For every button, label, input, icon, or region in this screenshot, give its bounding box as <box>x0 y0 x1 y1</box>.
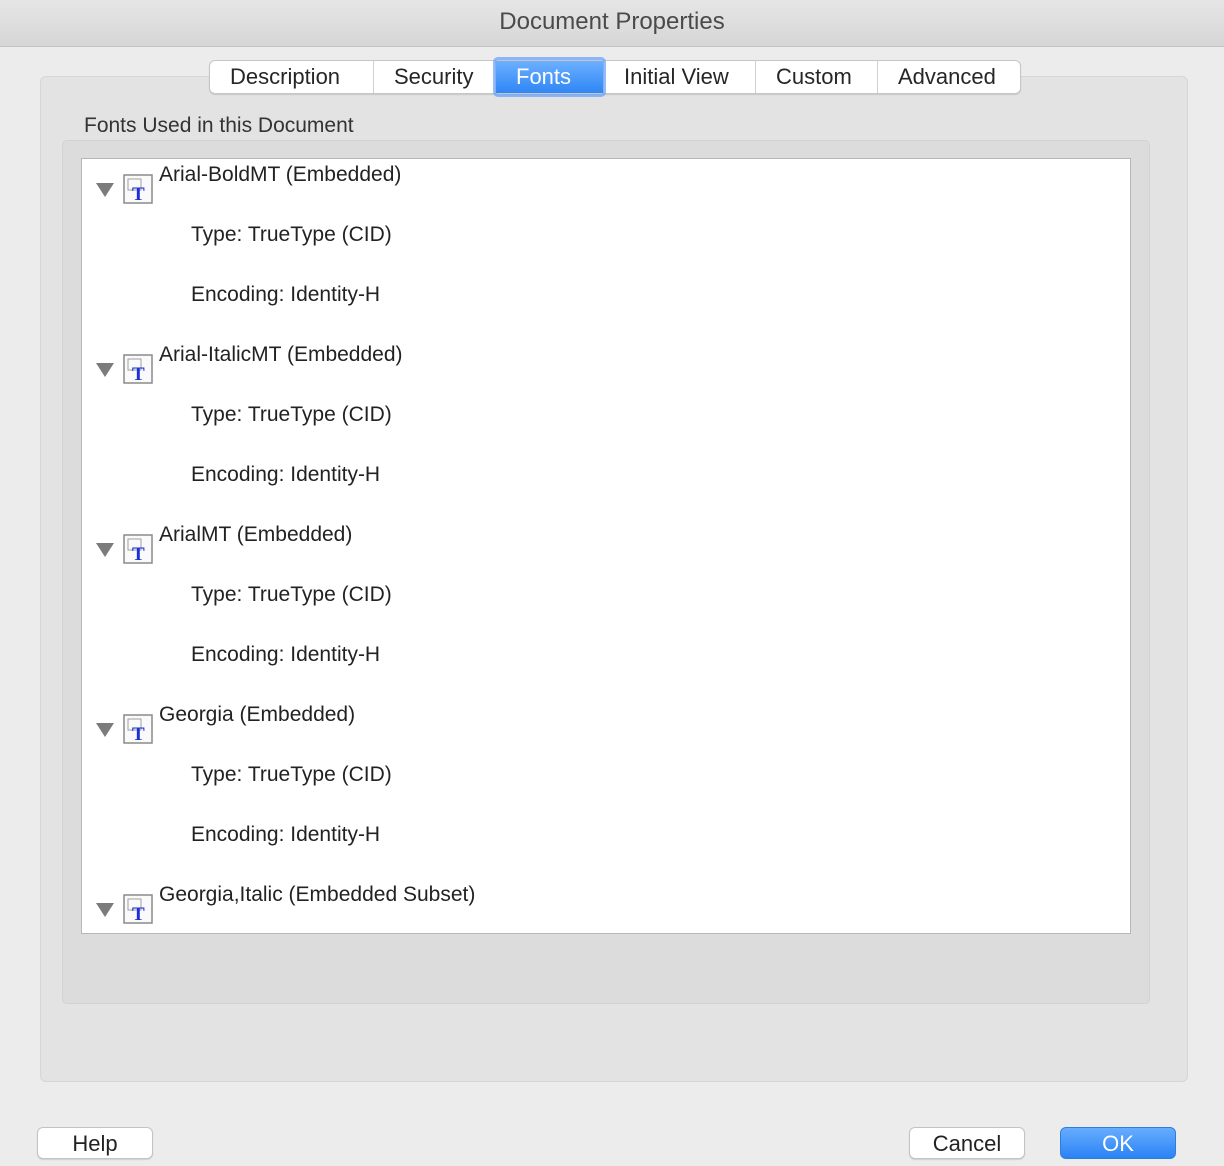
font-tree-item[interactable]: T Arial-BoldMT (Embedded) Type: TrueType… <box>82 159 1130 339</box>
tab-fonts[interactable]: Fonts <box>493 57 606 97</box>
truetype-font-icon: T <box>123 534 153 565</box>
document-properties-dialog: Document Properties Description Security… <box>0 0 1224 1166</box>
font-name: Arial-BoldMT (Embedded) <box>159 163 402 186</box>
font-tree-item[interactable]: T Arial-ItalicMT (Embedded) Type: TrueTy… <box>82 339 1130 519</box>
font-name: Georgia,Italic (Embedded Subset) <box>159 883 476 906</box>
fonts-tree[interactable]: T Arial-BoldMT (Embedded) Type: TrueType… <box>81 158 1131 934</box>
tab-advanced[interactable]: Advanced <box>878 61 1020 93</box>
fonts-group-label: Fonts Used in this Document <box>84 114 354 137</box>
svg-text:T: T <box>132 544 145 565</box>
font-name: Arial-ItalicMT (Embedded) <box>159 343 403 366</box>
svg-text:T: T <box>132 904 145 925</box>
font-tree-item[interactable]: T Georgia,Italic (Embedded Subset) <box>82 879 1130 933</box>
tab-bar: Description Security Fonts Initial View … <box>209 57 1021 97</box>
svg-text:T: T <box>132 724 145 745</box>
help-button[interactable]: Help <box>37 1127 153 1159</box>
disclosure-triangle-icon[interactable] <box>96 543 114 557</box>
font-tree-item[interactable]: T ArialMT (Embedded) Type: TrueType (CID… <box>82 519 1130 699</box>
truetype-font-icon: T <box>123 714 153 745</box>
ok-button[interactable]: OK <box>1060 1127 1176 1159</box>
svg-text:T: T <box>132 184 145 205</box>
font-type: Type: TrueType (CID) <box>191 763 392 786</box>
tab-security[interactable]: Security <box>374 61 496 93</box>
disclosure-triangle-icon[interactable] <box>96 363 114 377</box>
truetype-font-icon: T <box>123 894 153 925</box>
cancel-button[interactable]: Cancel <box>909 1127 1025 1159</box>
font-name: Georgia (Embedded) <box>159 703 356 726</box>
font-encoding: Encoding: Identity-H <box>191 463 381 486</box>
tab-custom[interactable]: Custom <box>756 61 878 93</box>
disclosure-triangle-icon[interactable] <box>96 723 114 737</box>
font-type: Type: TrueType (CID) <box>191 223 392 246</box>
font-encoding: Encoding: Identity-H <box>191 823 381 846</box>
window-title: Document Properties <box>499 8 725 35</box>
truetype-font-icon: T <box>123 174 153 205</box>
font-encoding: Encoding: Identity-H <box>191 643 381 666</box>
svg-text:T: T <box>132 364 145 385</box>
title-bar[interactable]: Document Properties <box>0 0 1224 47</box>
disclosure-triangle-icon[interactable] <box>96 183 114 197</box>
truetype-font-icon: T <box>123 354 153 385</box>
font-name: ArialMT (Embedded) <box>159 523 353 546</box>
font-type: Type: TrueType (CID) <box>191 403 392 426</box>
tab-initial-view[interactable]: Initial View <box>604 61 756 93</box>
disclosure-triangle-icon[interactable] <box>96 903 114 917</box>
tab-description[interactable]: Description <box>210 61 374 93</box>
font-tree-item[interactable]: T Georgia (Embedded) Type: TrueType (CID… <box>82 699 1130 879</box>
font-type: Type: TrueType (CID) <box>191 583 392 606</box>
font-encoding: Encoding: Identity-H <box>191 283 381 306</box>
